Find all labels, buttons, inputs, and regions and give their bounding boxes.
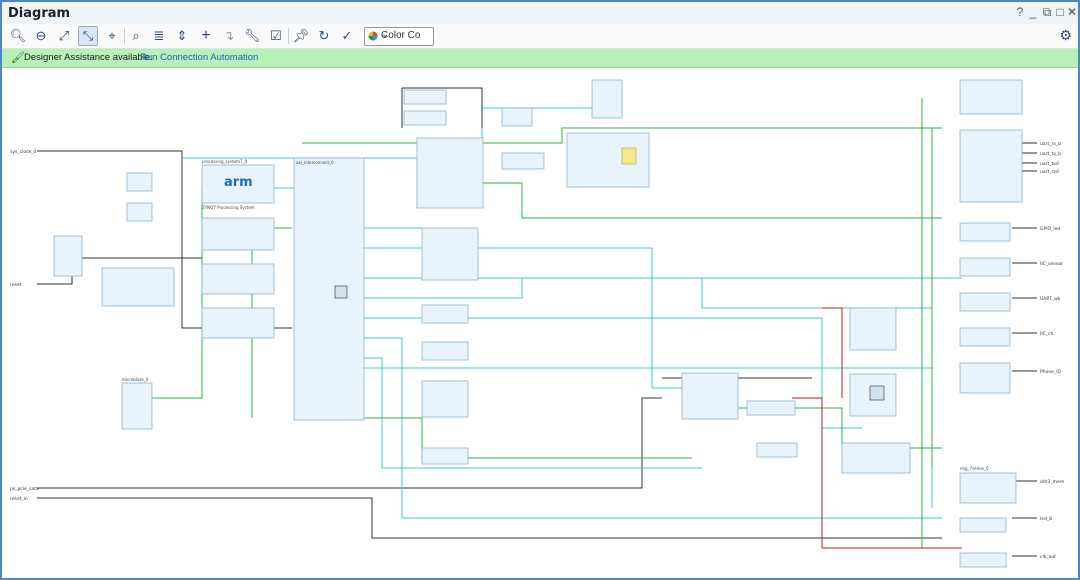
search-icon[interactable]: ⌕ bbox=[126, 26, 146, 46]
chevron-down-icon: ⌄ bbox=[381, 29, 390, 40]
toolbar-divider bbox=[288, 28, 289, 44]
expand-icon[interactable]: ⇕ bbox=[172, 26, 192, 46]
assist-text: Designer Assistance available. bbox=[24, 52, 153, 63]
add-ip-icon[interactable]: + bbox=[196, 26, 216, 46]
window-title: Diagram bbox=[8, 6, 71, 21]
port-label: uart_rx_b bbox=[1040, 141, 1061, 147]
designer-assistance-banner: 🖌︎ Designer Assistance available. Run Co… bbox=[2, 49, 1078, 68]
toolbar-divider bbox=[124, 28, 125, 44]
assist-icon: 🖌︎ bbox=[11, 52, 25, 64]
run-connection-automation-link[interactable]: Run Connection Automation bbox=[140, 52, 258, 63]
crossbar-icon bbox=[869, 385, 885, 401]
selection-zoom-icon[interactable]: ⤡ bbox=[78, 26, 98, 46]
help-button[interactable]: ? bbox=[1013, 5, 1027, 19]
route-icon[interactable]: ↴ bbox=[219, 26, 239, 46]
port-label: ps_pcie_sata bbox=[10, 486, 39, 492]
arm-logo: arm bbox=[224, 175, 253, 190]
validate-icon[interactable]: ☑ bbox=[266, 26, 286, 46]
port-label: clk_out bbox=[1040, 554, 1056, 560]
port-label: GPIO_led bbox=[1040, 226, 1060, 232]
diagram-window: Diagram ? _ ⧉ □ ✕ 🔍︎ ⊖ ⤢ ⤡ ⌖ ⌕ ≣ ⇕ + ↴ 🔧… bbox=[0, 0, 1080, 580]
port-label: reset_in bbox=[10, 496, 28, 502]
port-label: reset bbox=[10, 282, 22, 288]
port-label: uart_txd bbox=[1040, 161, 1059, 167]
port-label: UART_wk bbox=[1040, 296, 1061, 302]
restore-button[interactable]: ⧉ bbox=[1040, 5, 1054, 20]
gear-icon[interactable]: ⚙ bbox=[1059, 27, 1072, 44]
diagram-canvas[interactable]: arm sys_clock_0 reset ps_pcie_sata reset… bbox=[2, 68, 1078, 578]
port-label: uart_rxd bbox=[1040, 169, 1059, 175]
port-label: uart_tx_b bbox=[1040, 151, 1061, 157]
port-label: ddr3_mem bbox=[1040, 479, 1064, 485]
port-label: IIC_ch bbox=[1040, 331, 1054, 337]
block-subtitle: ZYNQ7 Processing System bbox=[202, 205, 255, 210]
auto-fit-icon[interactable]: ⌖ bbox=[102, 26, 122, 46]
pin-icon[interactable]: 📌︎ bbox=[291, 26, 311, 46]
color-select[interactable]: Color Co ⌄ bbox=[364, 27, 434, 46]
block-title: mig_7series_0 bbox=[960, 466, 989, 471]
block-title: processing_system7_0 bbox=[202, 159, 248, 164]
port-label: IIC_sensor bbox=[1040, 261, 1063, 267]
block-title: microblaze_0 bbox=[122, 377, 149, 382]
collapse-icon[interactable]: ≣ bbox=[149, 26, 169, 46]
minimize-button[interactable]: _ bbox=[1026, 5, 1040, 19]
crossbar-icon bbox=[334, 285, 348, 299]
fit-icon[interactable]: ⤢ bbox=[54, 26, 74, 46]
toolbar: 🔍︎ ⊖ ⤢ ⤡ ⌖ ⌕ ≣ ⇕ + ↴ 🔧︎ ☑ 📌︎ ↻ ✓ bbox=[2, 24, 1078, 49]
close-button[interactable]: ✕ bbox=[1065, 5, 1078, 19]
title-bar: Diagram ? _ ⧉ □ ✕ bbox=[2, 2, 1078, 25]
optimize-icon[interactable]: ✓ bbox=[337, 26, 357, 46]
port-label: led_8 bbox=[1040, 516, 1052, 522]
block-diagram[interactable]: arm sys_clock_0 reset ps_pcie_sata reset… bbox=[2, 68, 1078, 578]
regenerate-icon[interactable]: ↻ bbox=[314, 26, 334, 46]
port-label: sys_clock_0 bbox=[10, 149, 36, 155]
color-wheel-icon bbox=[368, 31, 378, 41]
zoom-in-icon[interactable]: 🔍︎ bbox=[8, 26, 28, 46]
warning-icon bbox=[621, 147, 637, 165]
port-label: Phone_IO bbox=[1040, 369, 1062, 375]
properties-icon[interactable]: 🔧︎ bbox=[242, 26, 262, 46]
zoom-out-icon[interactable]: ⊖ bbox=[31, 26, 51, 46]
block-title: axi_interconnect_0 bbox=[296, 160, 334, 165]
